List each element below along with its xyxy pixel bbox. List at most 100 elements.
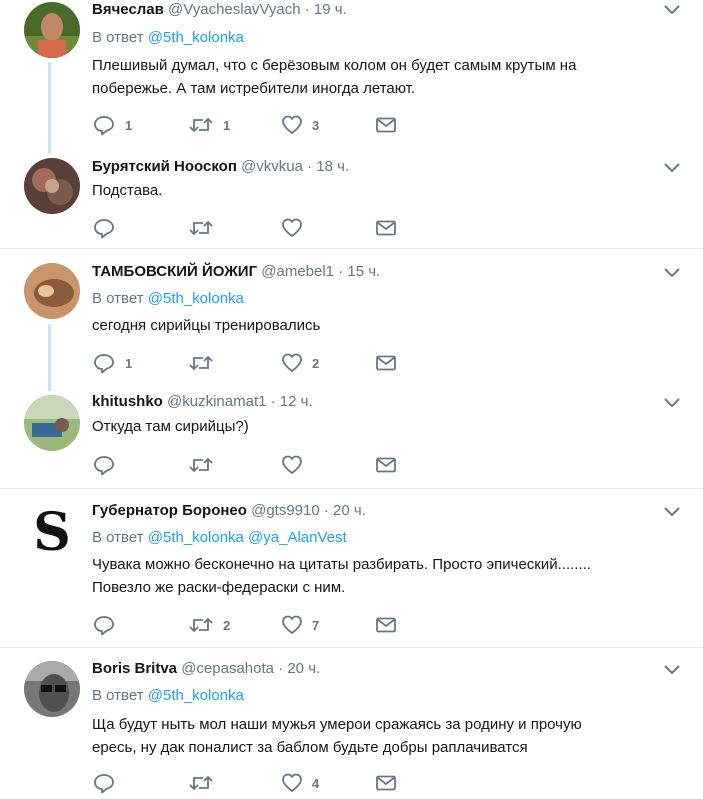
timestamp[interactable]: 20 ч. bbox=[333, 502, 366, 519]
reply-button[interactable] bbox=[92, 453, 116, 477]
tweet[interactable]: Вячеслав @VyacheslavVyach · 19 ч. В отве… bbox=[0, 0, 703, 154]
like-count: 4 bbox=[312, 775, 320, 791]
separator-dot: · bbox=[304, 1, 310, 18]
user-handle[interactable]: @amebel1 bbox=[261, 263, 334, 280]
tweet-text-line: побережье. А там истребители иногда лета… bbox=[92, 80, 416, 97]
like-button[interactable]: 4 bbox=[281, 771, 319, 795]
avatar[interactable] bbox=[24, 158, 80, 214]
tweet-header: Вячеслав @VyacheslavVyach · 19 ч. bbox=[92, 0, 347, 20]
tweet-text-line: сегодня сирийцы тренировались bbox=[92, 317, 321, 334]
thread-line bbox=[48, 324, 51, 391]
display-name[interactable]: Вячеслав bbox=[92, 1, 164, 18]
user-handle[interactable]: @cepasahota bbox=[181, 660, 274, 677]
retweet-button[interactable] bbox=[188, 453, 214, 477]
chevron-down-icon[interactable] bbox=[663, 3, 681, 15]
tweet-text-line: Плешивый думал, что с берёзовым колом он… bbox=[92, 57, 577, 74]
display-name[interactable]: ТАМБОВСКИЙ ЙОЖИГ bbox=[92, 263, 257, 280]
retweet-button[interactable]: 2 bbox=[188, 613, 230, 637]
like-button[interactable]: 7 bbox=[281, 613, 319, 637]
direct-message-button[interactable] bbox=[375, 113, 397, 137]
envelope-icon bbox=[375, 615, 397, 635]
separator-dot: · bbox=[338, 263, 344, 280]
timestamp[interactable]: 20 ч. bbox=[287, 660, 320, 677]
timestamp[interactable]: 19 ч. bbox=[314, 1, 347, 18]
like-button[interactable]: 3 bbox=[281, 113, 319, 137]
reply-icon bbox=[92, 352, 116, 374]
avatar[interactable] bbox=[24, 2, 80, 58]
tweet[interactable]: Boris Britva @cepasahota · 20 ч. В ответ… bbox=[0, 648, 703, 799]
display-name[interactable]: Boris Britva bbox=[92, 660, 177, 677]
reply-prefix: В ответ bbox=[92, 29, 144, 46]
direct-message-button[interactable] bbox=[375, 216, 397, 240]
reply-button[interactable]: 1 bbox=[92, 351, 132, 375]
mention-link[interactable]: @5th_kolonka bbox=[148, 687, 244, 704]
user-handle[interactable]: @vkvkua bbox=[241, 158, 303, 175]
retweet-button[interactable] bbox=[188, 216, 214, 240]
retweet-icon bbox=[188, 352, 214, 374]
chevron-down-icon[interactable] bbox=[663, 663, 681, 675]
chevron-down-icon[interactable] bbox=[663, 161, 681, 173]
tweet-text: Ща будут ныть мол наши мужья умерои сраж… bbox=[92, 713, 652, 759]
tweet-text-line: Чувака можно бесконечно на цитаты разбир… bbox=[92, 556, 591, 573]
reply-button[interactable] bbox=[92, 771, 116, 795]
avatar[interactable] bbox=[24, 263, 80, 319]
display-name[interactable]: Бурятский Нооскоп bbox=[92, 158, 237, 175]
tweet-actions: 1 1 3 bbox=[92, 113, 412, 137]
user-handle[interactable]: @VyacheslavVyach bbox=[168, 1, 301, 18]
reply-count: 1 bbox=[125, 117, 133, 133]
tweet-text-line: Повезло же раски-федераски с ним. bbox=[92, 579, 346, 596]
reply-prefix: В ответ bbox=[92, 529, 144, 546]
user-handle[interactable]: @kuzkinamat1 bbox=[167, 393, 266, 410]
separator-dot: · bbox=[270, 393, 276, 410]
reply-icon bbox=[92, 614, 116, 636]
reply-button[interactable] bbox=[92, 216, 116, 240]
tweet-actions: 1 2 bbox=[92, 351, 412, 375]
timestamp[interactable]: 12 ч. bbox=[280, 393, 313, 410]
retweet-button[interactable] bbox=[188, 771, 214, 795]
mention-link[interactable]: @5th_kolonka bbox=[148, 290, 244, 307]
retweet-count: 2 bbox=[223, 617, 231, 633]
direct-message-button[interactable] bbox=[375, 453, 397, 477]
reply-button[interactable] bbox=[92, 613, 116, 637]
retweet-icon bbox=[188, 114, 214, 136]
display-name[interactable]: khitushko bbox=[92, 393, 163, 410]
like-count: 3 bbox=[312, 117, 320, 133]
tweet[interactable]: Бурятский Нооскоп @vkvkua · 18 ч. Подста… bbox=[0, 150, 703, 249]
tweet-header: Губернатор Боронео @gts9910 · 20 ч. bbox=[92, 501, 366, 521]
like-button[interactable] bbox=[281, 216, 303, 240]
like-button[interactable]: 2 bbox=[281, 351, 319, 375]
user-handle[interactable]: @gts9910 bbox=[251, 502, 320, 519]
tweet[interactable]: ТАМБОВСКИЙ ЙОЖИГ @amebel1 · 15 ч. В отве… bbox=[0, 249, 703, 391]
tweet-actions bbox=[92, 453, 412, 477]
tweet-text-line: ересь, ну дак поналист за баблом будьте … bbox=[92, 739, 528, 756]
direct-message-button[interactable] bbox=[375, 613, 397, 637]
retweet-button[interactable] bbox=[188, 351, 214, 375]
retweet-icon bbox=[188, 772, 214, 794]
tweet-text: Подстава. bbox=[92, 179, 652, 202]
mention-link[interactable]: @5th_kolonka bbox=[148, 29, 244, 46]
timestamp[interactable]: 15 ч. bbox=[347, 263, 380, 280]
retweet-icon bbox=[188, 454, 214, 476]
avatar[interactable]: S bbox=[24, 503, 80, 559]
tweet[interactable]: khitushko @kuzkinamat1 · 12 ч. Откуда та… bbox=[0, 387, 703, 489]
like-count: 2 bbox=[312, 355, 320, 371]
display-name[interactable]: Губернатор Боронео bbox=[92, 502, 247, 519]
mention-link[interactable]: @5th_kolonka bbox=[148, 529, 244, 546]
chevron-down-icon[interactable] bbox=[663, 396, 681, 408]
reply-button[interactable]: 1 bbox=[92, 113, 132, 137]
tweet-text: Плешивый думал, что с берёзовым колом он… bbox=[92, 54, 652, 100]
retweet-button[interactable]: 1 bbox=[188, 113, 230, 137]
tweet-actions bbox=[92, 216, 412, 240]
avatar[interactable] bbox=[24, 661, 80, 717]
chevron-down-icon[interactable] bbox=[663, 505, 681, 517]
tweet[interactable]: S Губернатор Боронео @gts9910 · 20 ч. В … bbox=[0, 489, 703, 648]
direct-message-button[interactable] bbox=[375, 351, 397, 375]
like-button[interactable] bbox=[281, 453, 303, 477]
avatar[interactable] bbox=[24, 395, 80, 451]
reply-icon bbox=[92, 114, 116, 136]
reply-icon bbox=[92, 217, 116, 239]
mention-link[interactable]: @ya_AlanVest bbox=[248, 529, 347, 546]
direct-message-button[interactable] bbox=[375, 771, 397, 795]
timestamp[interactable]: 18 ч. bbox=[316, 158, 349, 175]
chevron-down-icon[interactable] bbox=[663, 266, 681, 278]
